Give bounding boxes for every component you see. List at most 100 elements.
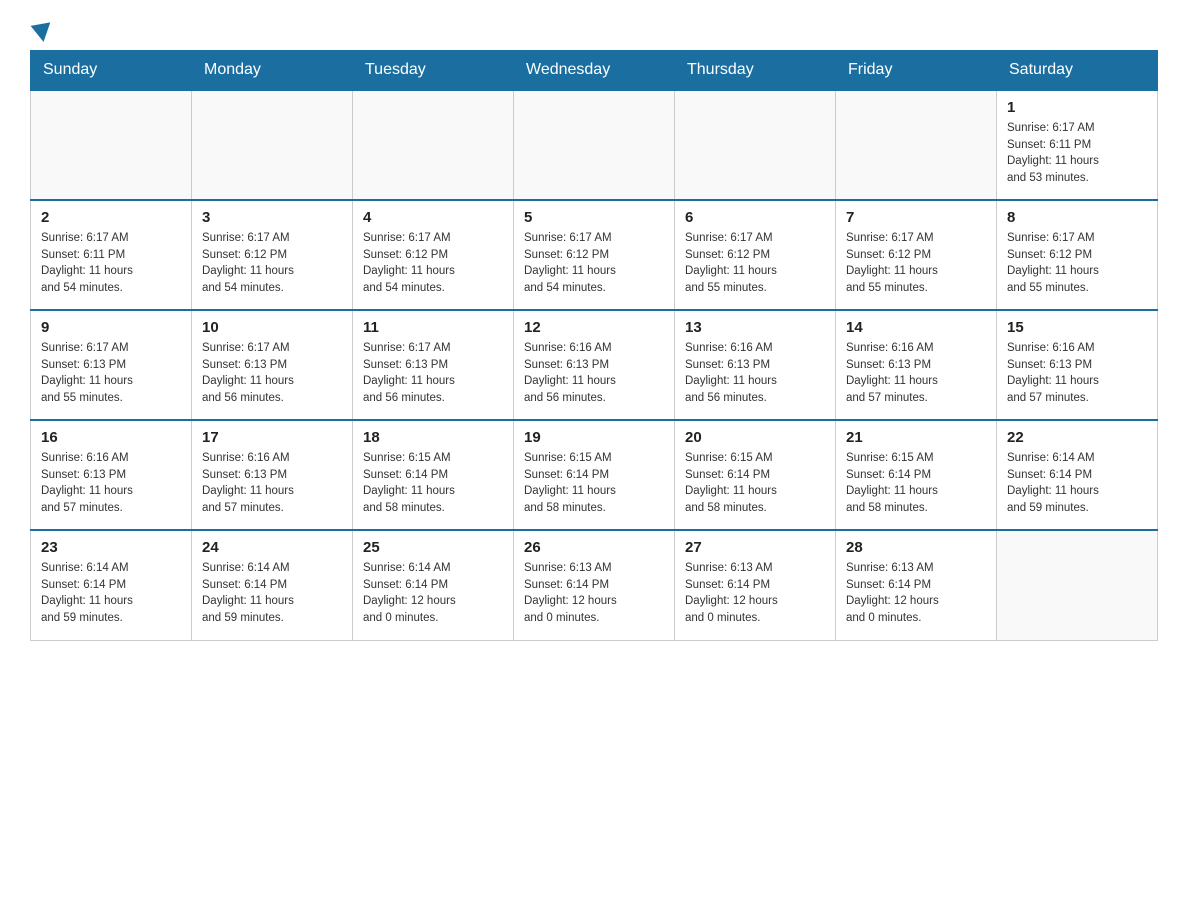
calendar-table: SundayMondayTuesdayWednesdayThursdayFrid… <box>30 50 1158 641</box>
day-info: Sunrise: 6:17 AM Sunset: 6:13 PM Dayligh… <box>41 340 181 407</box>
day-info: Sunrise: 6:17 AM Sunset: 6:12 PM Dayligh… <box>1007 230 1147 297</box>
calendar-cell: 18Sunrise: 6:15 AM Sunset: 6:14 PM Dayli… <box>353 420 514 530</box>
day-info: Sunrise: 6:13 AM Sunset: 6:14 PM Dayligh… <box>685 560 825 627</box>
day-info: Sunrise: 6:17 AM Sunset: 6:11 PM Dayligh… <box>1007 120 1147 187</box>
day-number: 4 <box>363 209 503 226</box>
day-number: 21 <box>846 429 986 446</box>
calendar-header-row: SundayMondayTuesdayWednesdayThursdayFrid… <box>31 51 1158 91</box>
calendar-cell <box>192 90 353 200</box>
calendar-week-row: 2 Sunrise: 6:17 AM Sunset: 6:11 PM Daylig… <box>31 200 1158 310</box>
calendar-cell: 27 Sunrise: 6:13 AM Sunset: 6:14 PM Dayli… <box>675 530 836 640</box>
day-number: 16 <box>41 429 181 446</box>
day-number: 14 <box>846 319 986 336</box>
day-number: 19 <box>524 429 664 446</box>
calendar-cell <box>31 90 192 200</box>
day-info: Sunrise: 6:16 AM Sunset: 6:13 PM Dayligh… <box>524 340 664 407</box>
calendar-cell <box>353 90 514 200</box>
calendar-cell: 3 Sunrise: 6:17 AM Sunset: 6:12 PM Daylig… <box>192 200 353 310</box>
day-number: 11 <box>363 319 503 336</box>
day-number: 12 <box>524 319 664 336</box>
page-header <box>30 24 1158 42</box>
calendar-cell: 13 Sunrise: 6:16 AM Sunset: 6:13 PM Dayli… <box>675 310 836 420</box>
day-info: Sunrise: 6:17 AM Sunset: 6:11 PM Dayligh… <box>41 230 181 297</box>
calendar-cell: 16 Sunrise: 6:16 AM Sunset: 6:13 PM Dayli… <box>31 420 192 530</box>
day-info: Sunrise: 6:16 AM Sunset: 6:13 PM Dayligh… <box>41 450 181 517</box>
calendar-cell: 7 Sunrise: 6:17 AM Sunset: 6:12 PM Daylig… <box>836 200 997 310</box>
calendar-cell <box>836 90 997 200</box>
day-info: Sunrise: 6:17 AM Sunset: 6:13 PM Dayligh… <box>363 340 503 407</box>
column-header-tuesday: Tuesday <box>353 51 514 91</box>
calendar-cell: 5 Sunrise: 6:17 AM Sunset: 6:12 PM Daylig… <box>514 200 675 310</box>
logo-triangle-icon <box>31 22 54 43</box>
calendar-cell: 9 Sunrise: 6:17 AM Sunset: 6:13 PM Daylig… <box>31 310 192 420</box>
day-info: Sunrise: 6:17 AM Sunset: 6:12 PM Dayligh… <box>685 230 825 297</box>
calendar-cell: 24Sunrise: 6:14 AM Sunset: 6:14 PM Dayli… <box>192 530 353 640</box>
day-number: 23 <box>41 539 181 556</box>
calendar-cell: 12 Sunrise: 6:16 AM Sunset: 6:13 PM Dayli… <box>514 310 675 420</box>
day-number: 1 <box>1007 99 1147 116</box>
day-number: 18 <box>363 429 503 446</box>
logo <box>30 24 54 42</box>
day-number: 2 <box>41 209 181 226</box>
day-number: 3 <box>202 209 342 226</box>
day-info: Sunrise: 6:15 AM Sunset: 6:14 PM Dayligh… <box>846 450 986 517</box>
day-info: Sunrise: 6:17 AM Sunset: 6:12 PM Dayligh… <box>524 230 664 297</box>
calendar-cell: 17 Sunrise: 6:16 AM Sunset: 6:13 PM Dayli… <box>192 420 353 530</box>
calendar-cell: 11 Sunrise: 6:17 AM Sunset: 6:13 PM Dayli… <box>353 310 514 420</box>
day-number: 5 <box>524 209 664 226</box>
calendar-cell: 20 Sunrise: 6:15 AM Sunset: 6:14 PM Dayli… <box>675 420 836 530</box>
calendar-cell <box>675 90 836 200</box>
day-number: 27 <box>685 539 825 556</box>
calendar-cell: 19 Sunrise: 6:15 AM Sunset: 6:14 PM Dayli… <box>514 420 675 530</box>
day-info: Sunrise: 6:16 AM Sunset: 6:13 PM Dayligh… <box>685 340 825 407</box>
calendar-cell <box>514 90 675 200</box>
day-number: 10 <box>202 319 342 336</box>
day-info: Sunrise: 6:13 AM Sunset: 6:14 PM Dayligh… <box>846 560 986 627</box>
calendar-cell: 10 Sunrise: 6:17 AM Sunset: 6:13 PM Dayli… <box>192 310 353 420</box>
day-number: 20 <box>685 429 825 446</box>
calendar-cell: 26Sunrise: 6:13 AM Sunset: 6:14 PM Dayli… <box>514 530 675 640</box>
day-info: Sunrise: 6:16 AM Sunset: 6:13 PM Dayligh… <box>846 340 986 407</box>
calendar-cell <box>997 530 1158 640</box>
day-number: 22 <box>1007 429 1147 446</box>
calendar-cell: 28Sunrise: 6:13 AM Sunset: 6:14 PM Dayli… <box>836 530 997 640</box>
calendar-cell: 4 Sunrise: 6:17 AM Sunset: 6:12 PM Daylig… <box>353 200 514 310</box>
calendar-cell: 14 Sunrise: 6:16 AM Sunset: 6:13 PM Dayli… <box>836 310 997 420</box>
column-header-thursday: Thursday <box>675 51 836 91</box>
day-info: Sunrise: 6:15 AM Sunset: 6:14 PM Dayligh… <box>685 450 825 517</box>
day-info: Sunrise: 6:17 AM Sunset: 6:12 PM Dayligh… <box>363 230 503 297</box>
calendar-week-row: 23 Sunrise: 6:14 AM Sunset: 6:14 PM Dayli… <box>31 530 1158 640</box>
day-info: Sunrise: 6:15 AM Sunset: 6:14 PM Dayligh… <box>524 450 664 517</box>
day-info: Sunrise: 6:16 AM Sunset: 6:13 PM Dayligh… <box>202 450 342 517</box>
calendar-cell: 2 Sunrise: 6:17 AM Sunset: 6:11 PM Daylig… <box>31 200 192 310</box>
calendar-cell: 22 Sunrise: 6:14 AM Sunset: 6:14 PM Dayli… <box>997 420 1158 530</box>
day-info: Sunrise: 6:14 AM Sunset: 6:14 PM Dayligh… <box>1007 450 1147 517</box>
column-header-sunday: Sunday <box>31 51 192 91</box>
calendar-cell: 25 Sunrise: 6:14 AM Sunset: 6:14 PM Dayli… <box>353 530 514 640</box>
day-number: 26 <box>524 539 664 556</box>
day-number: 25 <box>363 539 503 556</box>
calendar-cell: 1 Sunrise: 6:17 AM Sunset: 6:11 PM Daylig… <box>997 90 1158 200</box>
calendar-week-row: 9 Sunrise: 6:17 AM Sunset: 6:13 PM Daylig… <box>31 310 1158 420</box>
column-header-saturday: Saturday <box>997 51 1158 91</box>
day-number: 6 <box>685 209 825 226</box>
calendar-cell: 23 Sunrise: 6:14 AM Sunset: 6:14 PM Dayli… <box>31 530 192 640</box>
day-info: Sunrise: 6:14 AM Sunset: 6:14 PM Dayligh… <box>41 560 181 627</box>
calendar-cell: 15 Sunrise: 6:16 AM Sunset: 6:13 PM Dayli… <box>997 310 1158 420</box>
day-info: Sunrise: 6:17 AM Sunset: 6:12 PM Dayligh… <box>202 230 342 297</box>
day-number: 17 <box>202 429 342 446</box>
day-info: Sunrise: 6:16 AM Sunset: 6:13 PM Dayligh… <box>1007 340 1147 407</box>
day-number: 13 <box>685 319 825 336</box>
day-number: 15 <box>1007 319 1147 336</box>
day-info: Sunrise: 6:14 AM Sunset: 6:14 PM Dayligh… <box>363 560 503 627</box>
column-header-friday: Friday <box>836 51 997 91</box>
day-info: Sunrise: 6:17 AM Sunset: 6:12 PM Dayligh… <box>846 230 986 297</box>
calendar-week-row: 1 Sunrise: 6:17 AM Sunset: 6:11 PM Daylig… <box>31 90 1158 200</box>
day-number: 9 <box>41 319 181 336</box>
column-header-monday: Monday <box>192 51 353 91</box>
day-number: 8 <box>1007 209 1147 226</box>
day-number: 7 <box>846 209 986 226</box>
day-info: Sunrise: 6:17 AM Sunset: 6:13 PM Dayligh… <box>202 340 342 407</box>
column-header-wednesday: Wednesday <box>514 51 675 91</box>
calendar-cell: 21 Sunrise: 6:15 AM Sunset: 6:14 PM Dayli… <box>836 420 997 530</box>
